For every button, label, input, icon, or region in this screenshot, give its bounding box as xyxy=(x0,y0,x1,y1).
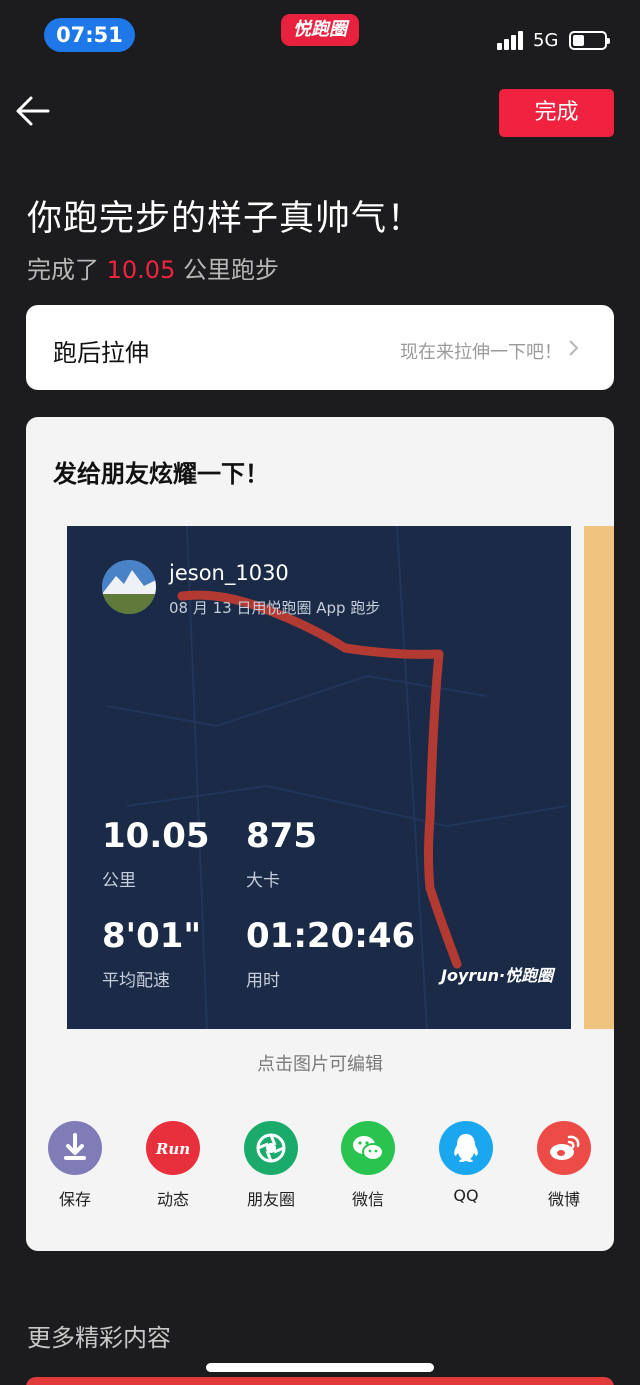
summary-distance: 10.05 xyxy=(106,256,176,284)
edit-hint: 点击图片可编辑 xyxy=(257,1054,383,1075)
share-card: 发给朋友炫耀一下！ jeson_1030 08 月 13 日用悦跑圈 App 跑… xyxy=(26,417,614,1251)
share-qq-button[interactable]: QQ xyxy=(426,1121,506,1205)
stat-distance-value: 10.05 xyxy=(102,816,210,856)
share-save-button[interactable]: 保存 xyxy=(35,1121,115,1210)
stat-duration-label: 用时 xyxy=(246,971,280,991)
status-time: 07:51 xyxy=(44,18,135,52)
share-save-label: 保存 xyxy=(58,1190,91,1209)
stat-distance-label: 公里 xyxy=(102,871,136,891)
share-wechat-label: 微信 xyxy=(351,1190,384,1209)
more-content-banner[interactable] xyxy=(26,1377,614,1385)
run-summary: 完成了 10.05 公里跑步 xyxy=(27,250,279,285)
brand-logo: Joyrun·悦跑圈 xyxy=(441,966,554,985)
status-bar: 07:51 悦跑圈 5G xyxy=(0,0,640,70)
signal-icon xyxy=(497,30,525,50)
done-button[interactable]: 完成 xyxy=(499,89,614,137)
stat-duration-value: 01:20:46 xyxy=(246,916,416,956)
share-feed-label: 动态 xyxy=(156,1190,189,1209)
run-icon: Run xyxy=(146,1121,200,1175)
svg-text:Run: Run xyxy=(155,1140,190,1158)
username: jeson_1030 xyxy=(169,561,289,585)
share-feed-button[interactable]: Run 动态 xyxy=(133,1121,213,1210)
chevron-right-icon xyxy=(568,338,580,358)
stat-calories-value: 875 xyxy=(246,816,317,856)
run-date: 08 月 13 日用悦跑圈 App 跑步 xyxy=(169,599,381,617)
weibo-icon xyxy=(537,1121,591,1175)
next-template-card[interactable] xyxy=(584,526,614,1029)
summary-prefix: 完成了 xyxy=(27,256,107,284)
more-content-title: 更多精彩内容 xyxy=(27,1324,171,1352)
stretch-card[interactable]: 跑后拉伸 现在来拉伸一下吧！ xyxy=(26,305,614,390)
avatar xyxy=(102,560,156,614)
share-moments-button[interactable]: 朋友圈 xyxy=(231,1121,311,1210)
download-icon xyxy=(48,1121,102,1175)
battery-icon xyxy=(569,31,610,50)
page-title: 你跑完步的样子真帅气！ xyxy=(27,199,424,239)
share-weibo-button[interactable]: 微博 xyxy=(524,1121,604,1210)
back-arrow-icon[interactable] xyxy=(14,92,54,132)
wechat-icon xyxy=(341,1121,395,1175)
share-wechat-button[interactable]: 微信 xyxy=(328,1121,408,1210)
app-logo: 悦跑圈 xyxy=(281,14,359,46)
stat-calories-label: 大卡 xyxy=(246,871,280,891)
moments-icon xyxy=(244,1121,298,1175)
qq-icon xyxy=(439,1121,493,1175)
share-title: 发给朋友炫耀一下！ xyxy=(53,460,269,488)
home-indicator[interactable] xyxy=(206,1363,434,1372)
share-weibo-label: 微博 xyxy=(547,1190,580,1209)
stretch-title: 跑后拉伸 xyxy=(53,339,149,367)
share-moments-label: 朋友圈 xyxy=(246,1190,295,1209)
run-share-image[interactable]: jeson_1030 08 月 13 日用悦跑圈 App 跑步 10.05 公里… xyxy=(67,526,571,1029)
summary-suffix: 公里跑步 xyxy=(175,256,279,284)
network-type: 5G xyxy=(533,30,559,51)
stretch-hint: 现在来拉伸一下吧！ xyxy=(400,342,562,363)
share-qq-label: QQ xyxy=(453,1186,479,1205)
stat-pace-label: 平均配速 xyxy=(102,971,170,991)
stat-pace-value: 8'01" xyxy=(102,916,202,956)
